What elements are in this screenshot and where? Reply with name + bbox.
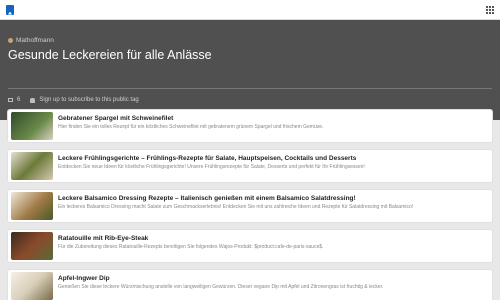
divider bbox=[8, 88, 492, 89]
list-item[interactable]: Leckere Balsamico Dressing Rezepte – Ita… bbox=[8, 190, 492, 222]
document-icon bbox=[8, 98, 13, 102]
item-description: Ein leckeres Balsamico Dressing macht Sa… bbox=[58, 204, 414, 210]
thumbnail-image[interactable] bbox=[11, 272, 53, 300]
item-title[interactable]: Leckere Frühlingsgerichte – Frühlings-Re… bbox=[58, 155, 356, 162]
bell-icon[interactable] bbox=[30, 97, 36, 103]
list-item[interactable]: Apfel-Ingwer Dip Genießen Sie diese leck… bbox=[8, 270, 492, 300]
item-title[interactable]: Gebratener Spargel mit Schweinefilet bbox=[58, 115, 173, 122]
item-description: Entdecken Sie neue Ideen für köstliche F… bbox=[58, 164, 365, 170]
list-item[interactable]: Gebratener Spargel mit Schweinefilet Hie… bbox=[8, 110, 492, 142]
item-description: Für die Zubereitung dieses Ratatouille-R… bbox=[58, 244, 324, 250]
grid-icon[interactable] bbox=[486, 5, 494, 14]
thumbnail-image[interactable] bbox=[11, 112, 53, 140]
top-bar bbox=[0, 0, 500, 20]
item-title[interactable]: Leckere Balsamico Dressing Rezepte – Ita… bbox=[58, 195, 356, 202]
thumbnail-image[interactable] bbox=[11, 232, 53, 260]
bookmark-logo-icon[interactable] bbox=[6, 4, 14, 15]
list-item[interactable]: Ratatouille mit Rib-Eye-Steak Für die Zu… bbox=[8, 230, 492, 262]
page: Mathoffmann Gesunde Leckereien für alle … bbox=[0, 0, 500, 300]
tag-meta: 6 Sign up to subscribe to this public ta… bbox=[8, 97, 139, 103]
author-name[interactable]: Mathoffmann bbox=[16, 37, 54, 44]
thumbnail-image[interactable] bbox=[11, 192, 53, 220]
item-title[interactable]: Apfel-Ingwer Dip bbox=[58, 275, 110, 282]
page-title: Gesunde Leckereien für alle Anlässe bbox=[8, 48, 212, 62]
subscribe-link[interactable]: Sign up to subscribe to this public tag bbox=[39, 97, 138, 103]
list-item[interactable]: Leckere Frühlingsgerichte – Frühlings-Re… bbox=[8, 150, 492, 182]
tag-header: Mathoffmann Gesunde Leckereien für alle … bbox=[0, 20, 500, 120]
avatar bbox=[8, 38, 13, 43]
item-description: Genießen Sie diese leckere Würzmischung … bbox=[58, 284, 384, 290]
item-count: 6 bbox=[17, 97, 21, 103]
author[interactable]: Mathoffmann bbox=[8, 37, 54, 44]
item-description: Hier finden Sie ein tolles Rezept für ei… bbox=[58, 124, 324, 130]
thumbnail-image[interactable] bbox=[11, 152, 53, 180]
item-title[interactable]: Ratatouille mit Rib-Eye-Steak bbox=[58, 235, 148, 242]
